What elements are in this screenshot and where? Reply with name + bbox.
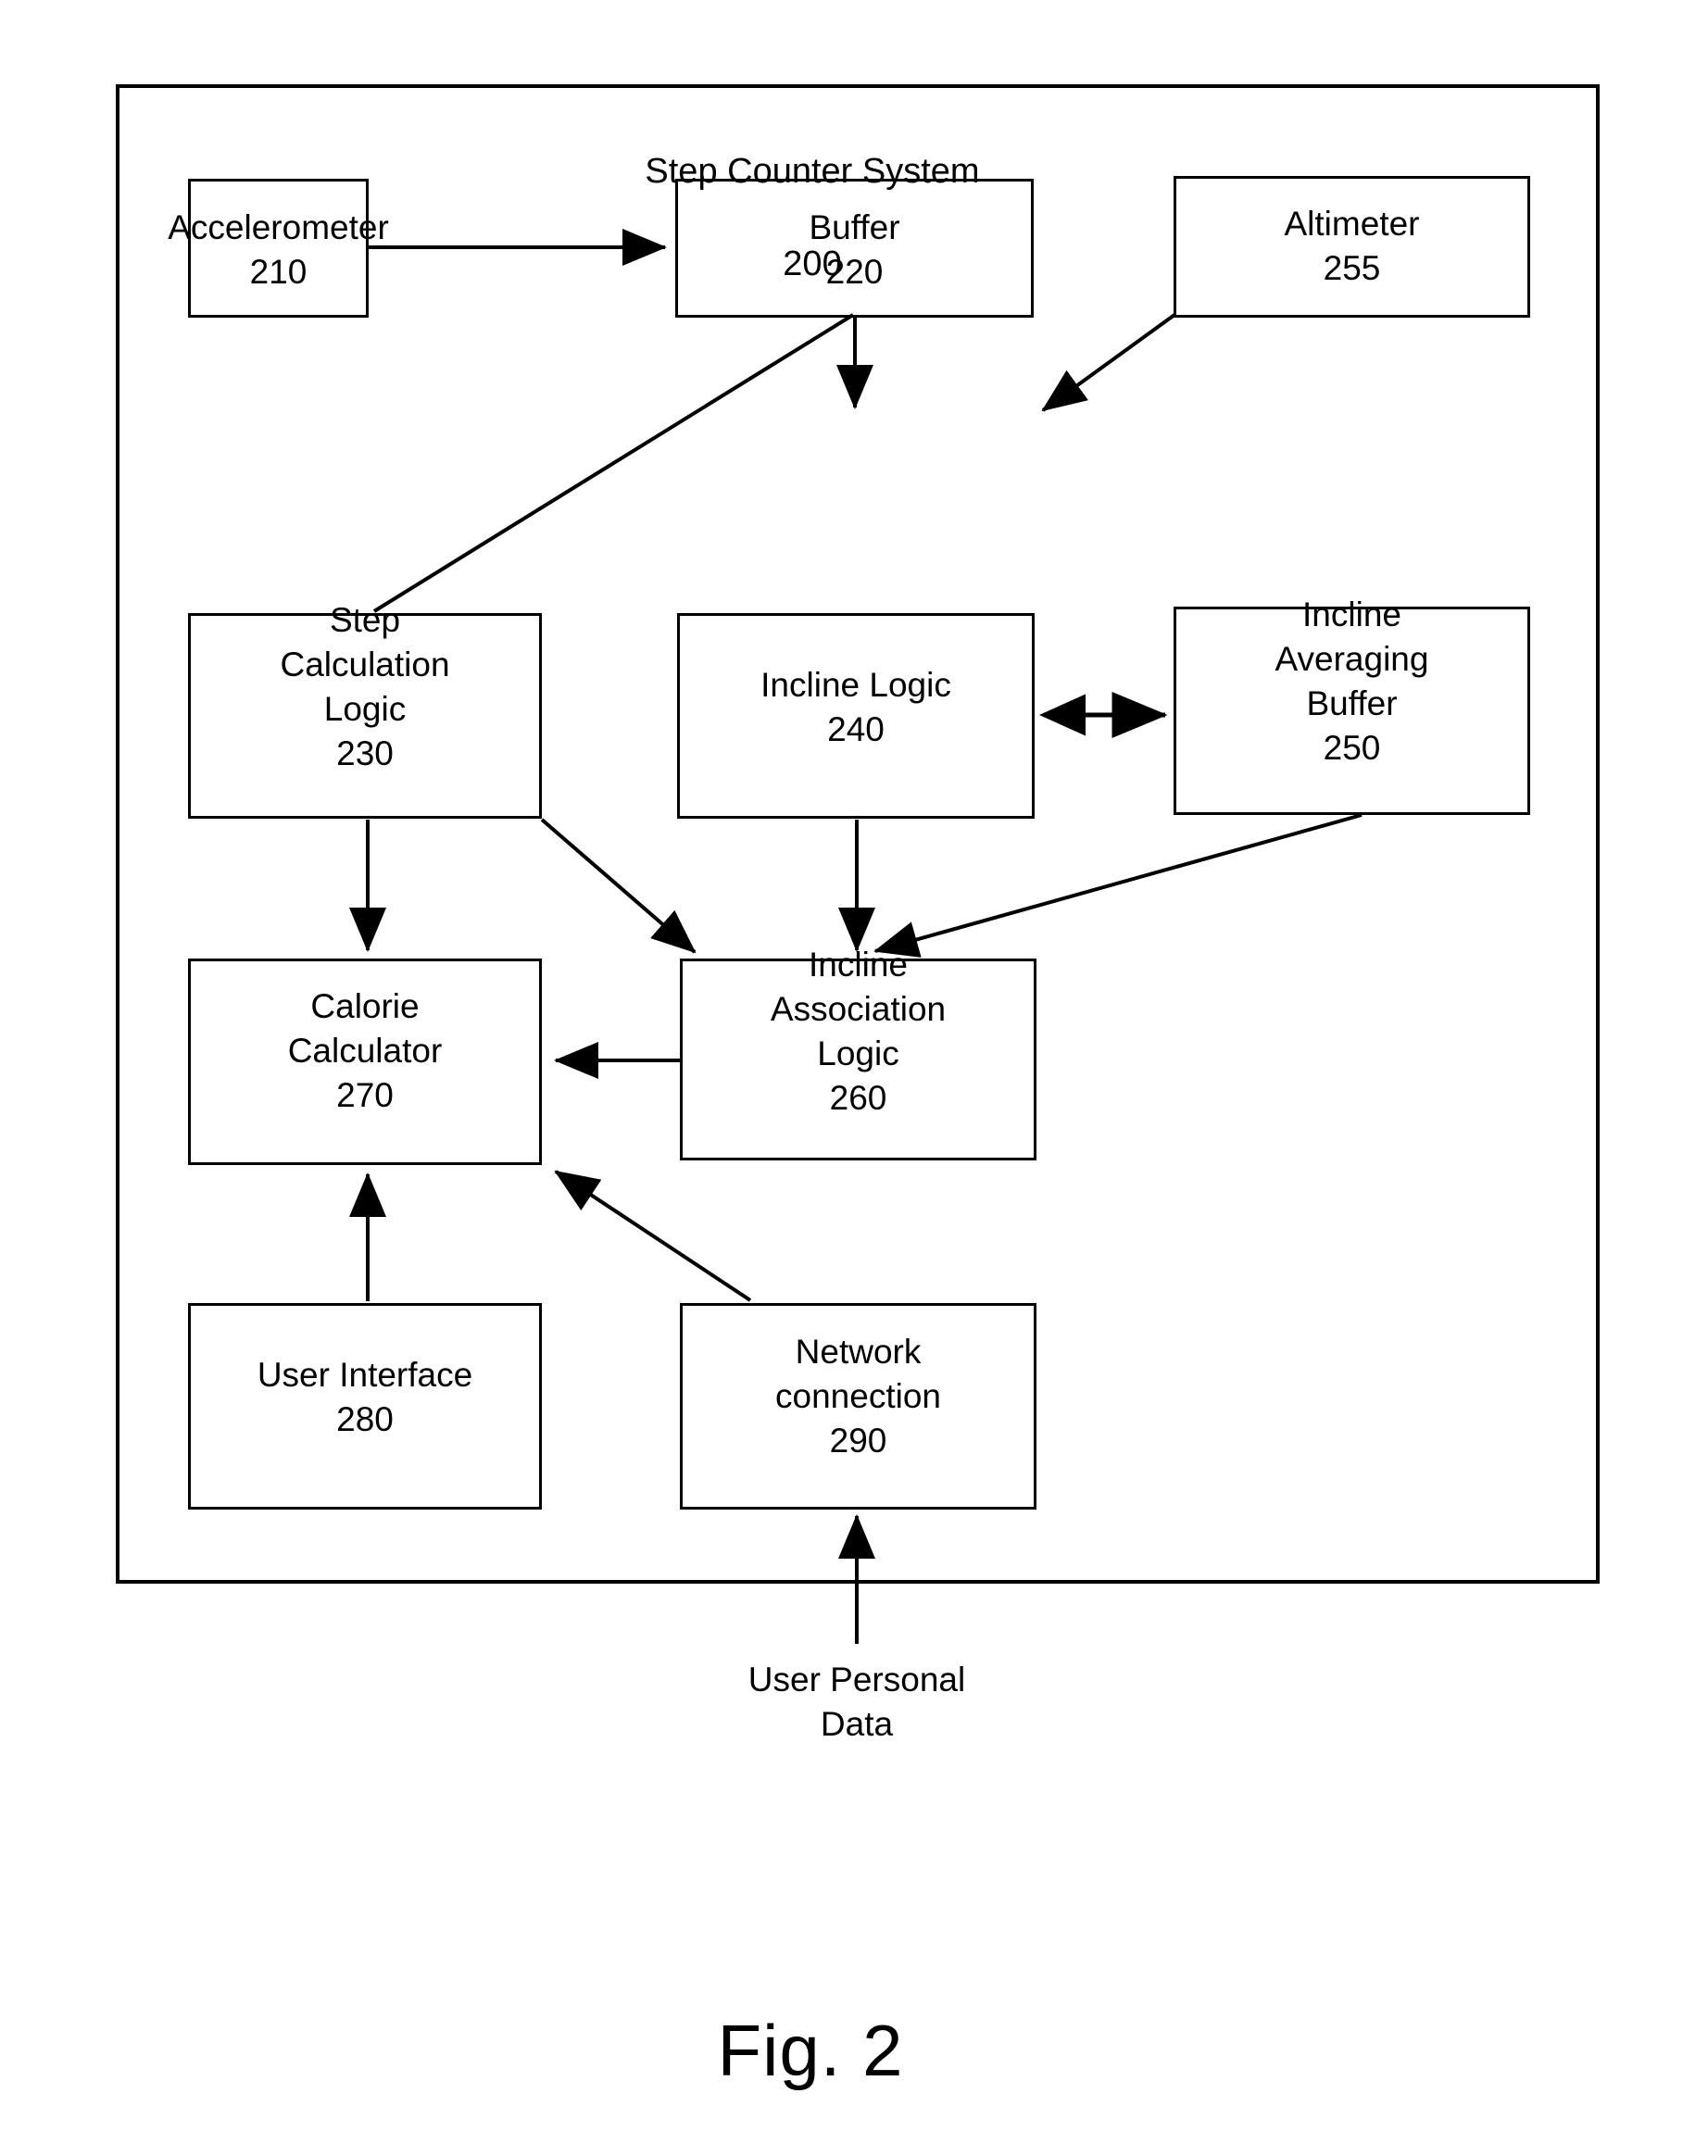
node-network-connection-label: Network connection 290 (775, 1333, 941, 1460)
node-user-interface-label: User Interface 280 (257, 1356, 473, 1438)
external-input-label: User Personal Data (747, 1661, 966, 1743)
node-incline-logic-label: Incline Logic 240 (760, 666, 951, 748)
connector-network-connection-to-calorie-calculator (554, 1170, 752, 1302)
connector-incline-averaging-buffer-to-incline-association-logic (873, 813, 1363, 958)
node-incline-averaging-buffer-label: Incline Averaging Buffer 250 (1275, 595, 1429, 767)
node-accelerometer-label: Accelerometer 210 (168, 208, 389, 291)
node-buffer-label: Buffer 220 (809, 208, 900, 291)
figure-caption: Fig. 2 (717, 2010, 904, 2091)
node-step-calculation-logic-label: Step Calculation Logic 230 (280, 601, 450, 772)
node-altimeter-label: Altimeter 255 (1284, 205, 1420, 287)
node-incline-association-logic-label: Incline Association Logic 260 (770, 946, 947, 1117)
connector-step-calculation-logic-to-incline-association-logic (540, 818, 697, 954)
node-calorie-calculator-label: Calorie Calculator 270 (287, 987, 443, 1114)
connector-buffer-to-step-calculation-logic (372, 313, 855, 613)
patent-figure: Step Counter System 200 Accelerometer 21… (0, 0, 1708, 2156)
